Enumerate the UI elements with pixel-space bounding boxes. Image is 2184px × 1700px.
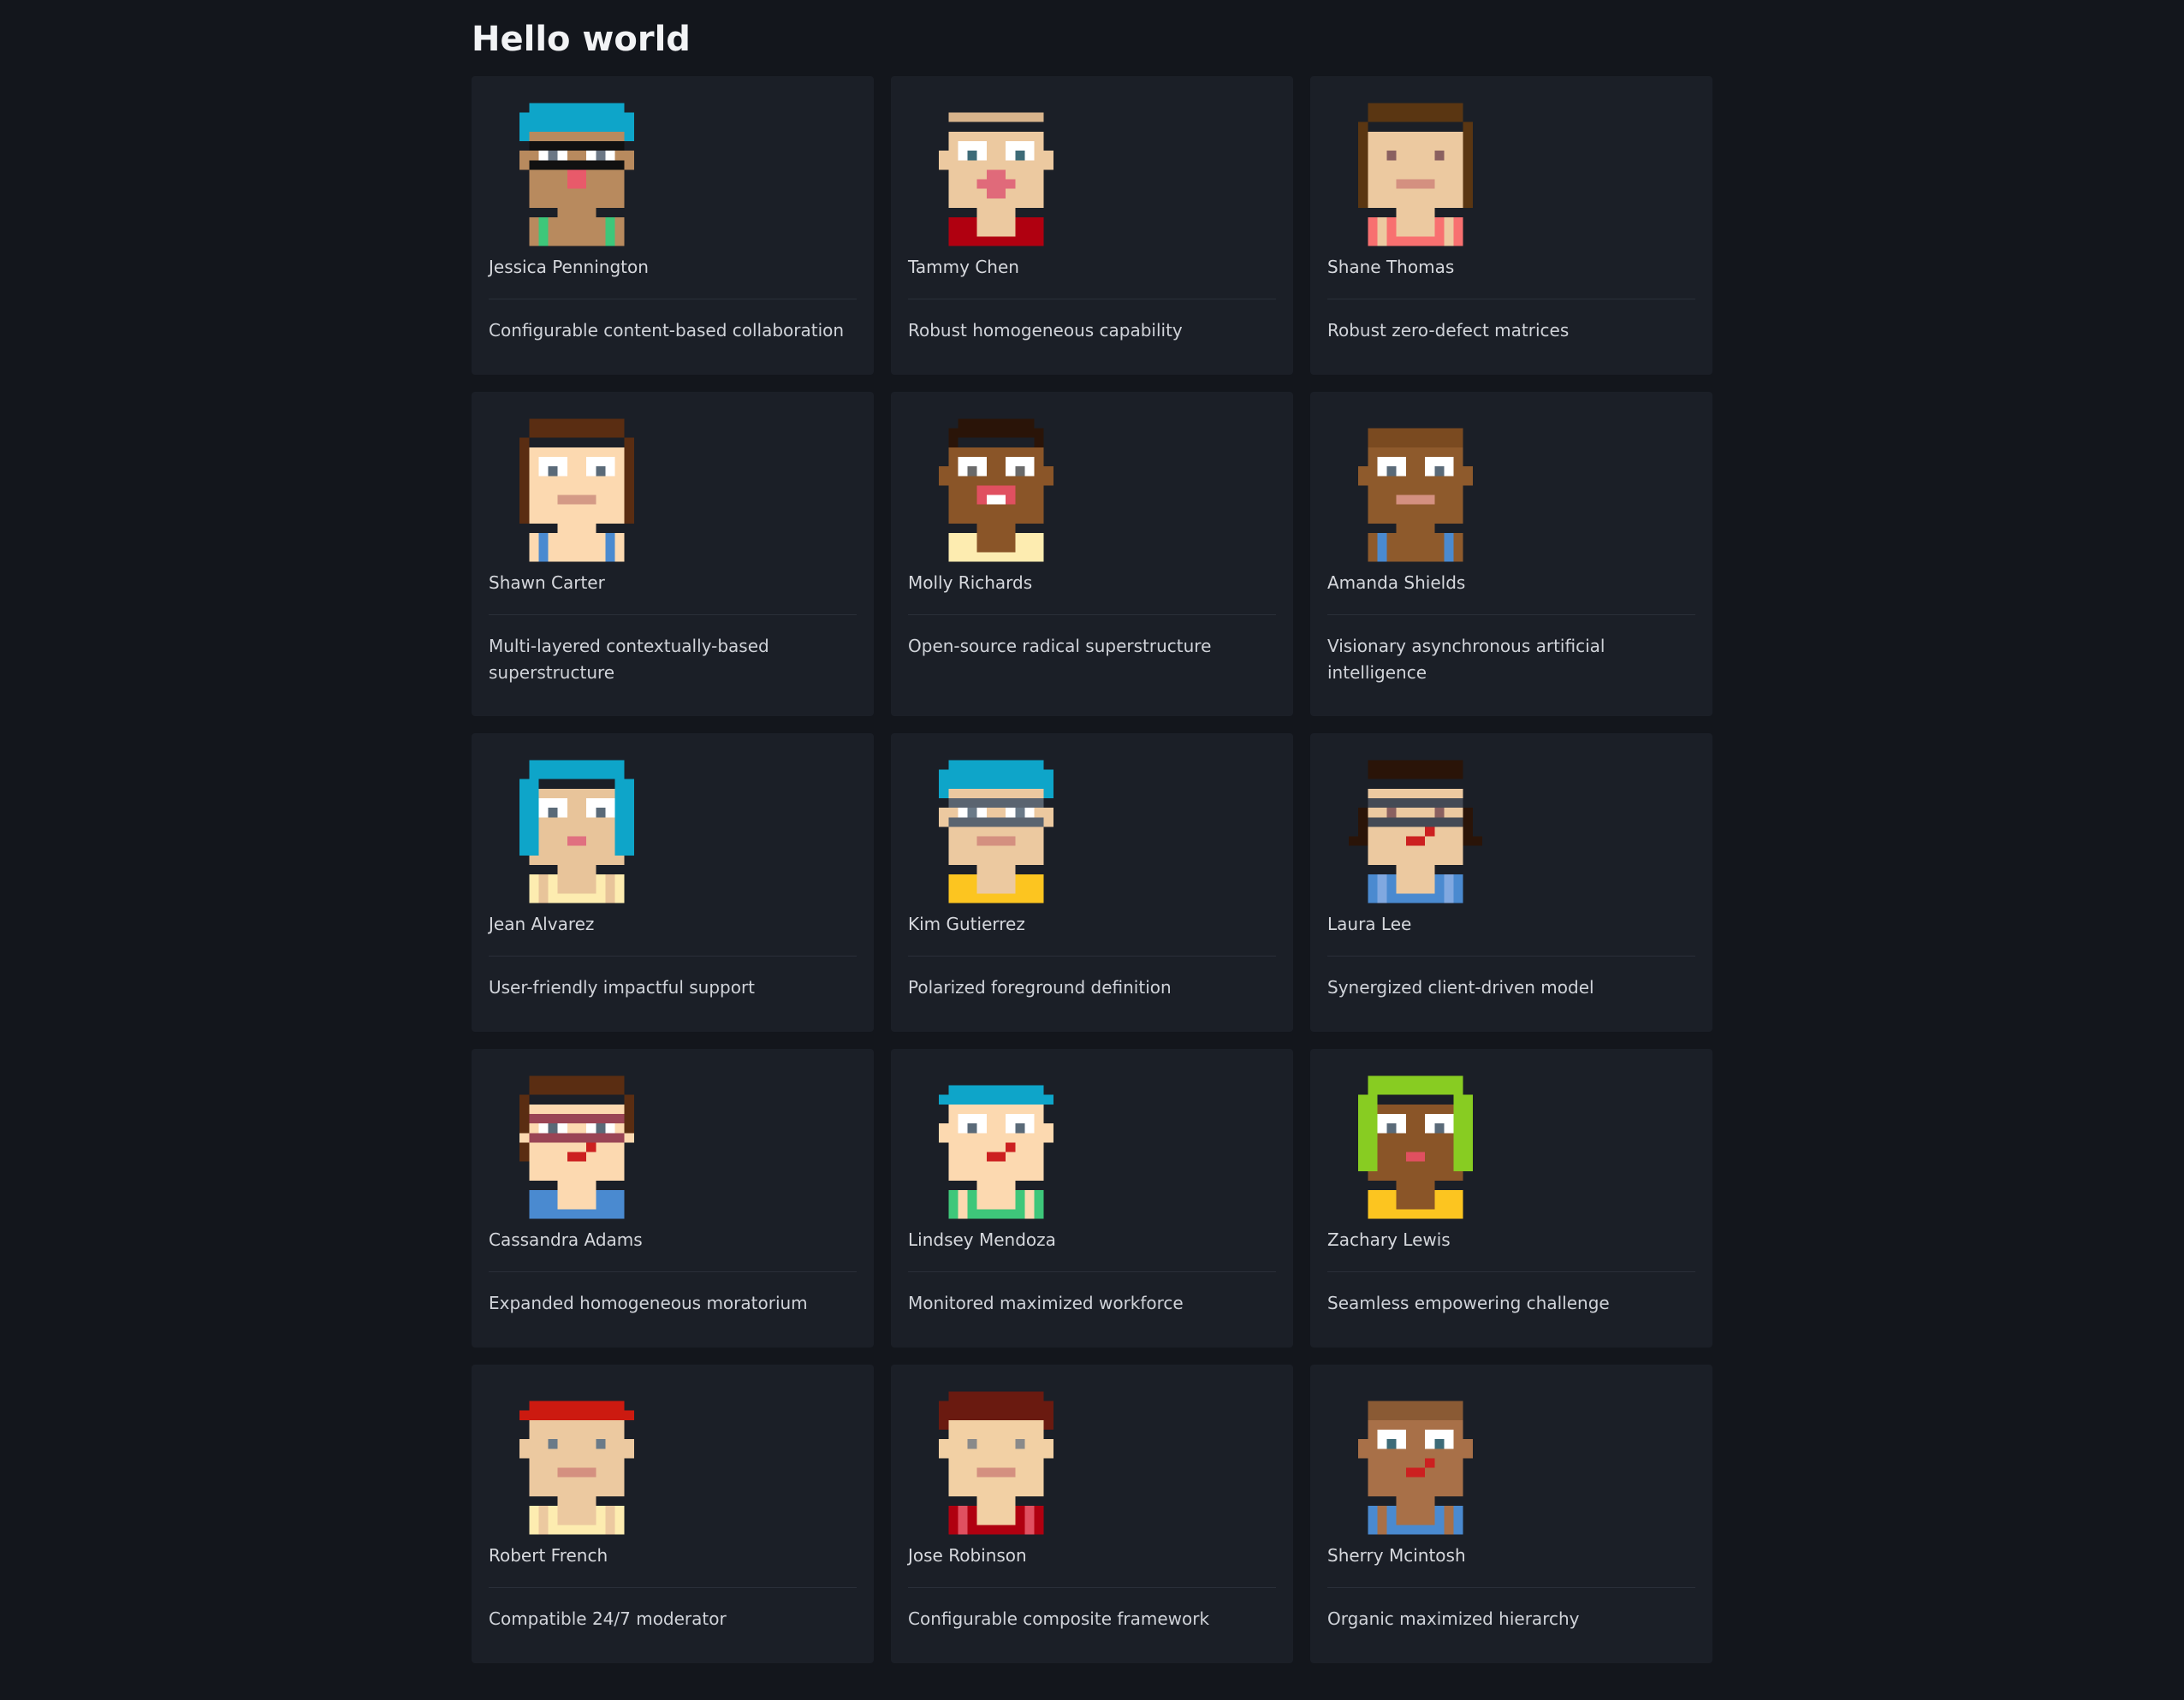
person-tagline: Synergized client-driven model — [1327, 977, 1594, 998]
person-name: Laura Lee — [1327, 914, 1412, 934]
person-tagline: Robust homogeneous capability — [908, 320, 1183, 341]
person-card[interactable]: Robert French Compatible 24/7 moderator — [472, 1365, 874, 1663]
person-name: Shane Thomas — [1327, 257, 1455, 277]
person-name: Tammy Chen — [908, 257, 1019, 277]
divider — [1327, 956, 1695, 957]
person-name: Zachary Lewis — [1327, 1229, 1451, 1250]
divider — [1327, 1587, 1695, 1588]
page-title: Hello world — [472, 20, 691, 59]
person-name: Molly Richards — [908, 572, 1033, 593]
avatar — [929, 93, 1063, 256]
person-tagline: User-friendly impactful support — [489, 977, 756, 998]
person-name: Jean Alvarez — [489, 914, 595, 934]
avatar — [1349, 93, 1482, 256]
person-name: Robert French — [489, 1545, 608, 1566]
person-name: Lindsey Mendoza — [908, 1229, 1056, 1250]
avatar — [510, 93, 644, 256]
person-card[interactable]: Lindsey Mendoza Monitored maximized workf… — [891, 1049, 1293, 1348]
person-card[interactable]: Amanda Shields Visionary asynchronous art… — [1310, 392, 1712, 716]
person-card[interactable]: Tammy Chen Robust homogeneous capability — [891, 76, 1293, 375]
person-card[interactable]: Jean Alvarez User-friendly impactful supp… — [472, 733, 874, 1032]
person-name: Shawn Carter — [489, 572, 605, 593]
avatar — [929, 409, 1063, 572]
person-tagline: Polarized foreground definition — [908, 977, 1172, 998]
person-name: Jessica Pennington — [489, 257, 649, 277]
avatar — [929, 750, 1063, 913]
avatar — [929, 1382, 1063, 1544]
person-card[interactable]: Sherry Mcintosh Organic maximized hierarc… — [1310, 1365, 1712, 1663]
divider — [489, 956, 857, 957]
person-card[interactable]: Cassandra Adams Expanded homogeneous mora… — [472, 1049, 874, 1348]
avatar — [510, 750, 644, 913]
avatar — [510, 1382, 644, 1544]
person-tagline: Seamless empowering challenge — [1327, 1293, 1610, 1313]
person-tagline: Monitored maximized workforce — [908, 1293, 1184, 1313]
avatar — [1349, 1066, 1482, 1229]
person-card[interactable]: Shane Thomas Robust zero-defect matrices — [1310, 76, 1712, 375]
person-name: Amanda Shields — [1327, 572, 1466, 593]
divider — [908, 1271, 1276, 1272]
avatar — [510, 1066, 644, 1229]
person-tagline: Organic maximized hierarchy — [1327, 1608, 1580, 1629]
divider — [489, 1271, 857, 1272]
person-card[interactable]: Molly Richards Open-source radical supers… — [891, 392, 1293, 716]
person-tagline: Expanded homogeneous moratorium — [489, 1293, 808, 1313]
avatar — [1349, 1382, 1482, 1544]
person-tagline: Visionary asynchronous artificial intell… — [1327, 636, 1605, 683]
person-tagline: Robust zero-defect matrices — [1327, 320, 1570, 341]
person-tagline: Configurable content-based collaboration — [489, 320, 845, 341]
person-card[interactable]: Jose Robinson Configurable composite fram… — [891, 1365, 1293, 1663]
person-card[interactable]: Laura Lee Synergized client-driven model — [1310, 733, 1712, 1032]
person-card[interactable]: Zachary Lewis Seamless empowering challen… — [1310, 1049, 1712, 1348]
person-name: Sherry Mcintosh — [1327, 1545, 1466, 1566]
person-name: Kim Gutierrez — [908, 914, 1025, 934]
divider — [1327, 614, 1695, 615]
divider — [1327, 1271, 1695, 1272]
avatar — [1349, 409, 1482, 572]
divider — [489, 1587, 857, 1588]
avatar — [1349, 750, 1482, 913]
avatar — [929, 1066, 1063, 1229]
person-card[interactable]: Kim Gutierrez Polarized foreground defini… — [891, 733, 1293, 1032]
person-tagline: Multi-layered contextually-based superst… — [489, 636, 769, 683]
person-name: Cassandra Adams — [489, 1229, 643, 1250]
person-tagline: Open-source radical superstructure — [908, 636, 1212, 656]
divider — [908, 614, 1276, 615]
person-name: Jose Robinson — [908, 1545, 1027, 1566]
person-tagline: Configurable composite framework — [908, 1608, 1210, 1629]
person-tagline: Compatible 24/7 moderator — [489, 1608, 727, 1629]
divider — [489, 614, 857, 615]
person-card[interactable]: Shawn Carter Multi-layered contextually-b… — [472, 392, 874, 716]
people-grid: Jessica Pennington Configurable content-b… — [472, 76, 1712, 1663]
avatar — [510, 409, 644, 572]
person-card[interactable]: Jessica Pennington Configurable content-b… — [472, 76, 874, 375]
divider — [908, 956, 1276, 957]
divider — [908, 1587, 1276, 1588]
